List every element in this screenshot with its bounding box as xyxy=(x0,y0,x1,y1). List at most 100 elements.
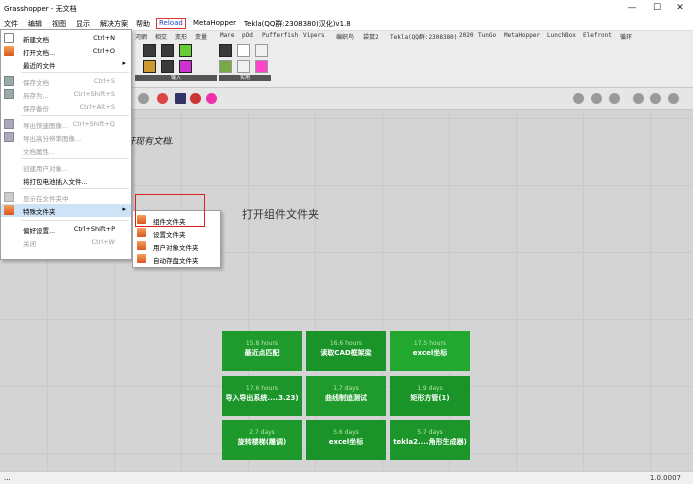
tab-plugin-6[interactable]: pOd xyxy=(242,32,253,39)
reload-button[interactable]: Reload xyxy=(156,18,186,29)
menu-item-export-quick-image[interactable]: 导出快速图像... Ctrl+Shift+Q xyxy=(1,118,131,130)
display-icon[interactable] xyxy=(633,93,644,104)
ribbon-component-icon[interactable] xyxy=(255,60,268,73)
tab-plugin-9[interactable]: 编织鸟 xyxy=(336,32,354,41)
menu-item-special-folders[interactable]: 特殊文件夹 ▸ xyxy=(1,204,131,217)
tab-plugin-13[interactable]: TunGo xyxy=(478,32,496,39)
menu-item-preferences[interactable]: 偏好设置... Ctrl+Shift+P xyxy=(1,223,131,235)
menu-item-shortcut: Ctrl+Shift+P xyxy=(73,225,115,233)
delete-icon[interactable] xyxy=(190,93,201,104)
tab-plugin-5[interactable]: Mare xyxy=(220,32,234,39)
tab-plugin-3[interactable]: 变形 xyxy=(175,32,187,41)
submenu-item-autosave-folder[interactable]: 自动存盘文件夹 xyxy=(133,253,220,265)
display-icon[interactable] xyxy=(668,93,679,104)
menu-item-create-user-object[interactable]: 创建用户对象... xyxy=(1,161,131,173)
menu-item-open-document[interactable]: 打开文档... Ctrl+O xyxy=(1,45,131,57)
menu-metahopper[interactable]: MetaHopper xyxy=(193,19,236,27)
recent-file-tile[interactable]: 5.6 days excel坐标 xyxy=(306,420,386,460)
ribbon-component-icon[interactable] xyxy=(255,44,268,57)
submenu-item-label: 用户对象文件夹 xyxy=(153,244,199,252)
menu-item-label: 最近的文件 xyxy=(23,62,56,70)
recent-file-tile[interactable]: 2.7 days 旋转楼梯(雕调) xyxy=(222,420,302,460)
recent-file-name: 矩形方管(1) xyxy=(410,394,450,402)
ribbon-component-icon[interactable] xyxy=(219,44,232,57)
paint-icon[interactable] xyxy=(157,93,168,104)
menu-item-save-backup[interactable]: 保存备份 Ctrl+Alt+S xyxy=(1,101,131,113)
tab-plugin-14[interactable]: MetaHopper xyxy=(504,32,540,39)
menu-item-new-document[interactable]: 新建文档 Ctrl+N xyxy=(1,32,131,44)
recent-file-time: 1.9 days xyxy=(417,385,443,392)
menu-item-label: 打开文档... xyxy=(23,49,56,57)
menu-solution[interactable]: 解决方案 xyxy=(100,19,128,29)
ribbon-component-icon[interactable] xyxy=(219,60,232,73)
recent-file-tile[interactable]: 17.5 hours excel坐标 xyxy=(390,331,470,371)
recent-file-name: 旋转楼梯(雕调) xyxy=(237,438,287,446)
ribbon-component-icon[interactable] xyxy=(143,44,156,57)
tab-plugin-10[interactable]: 袋鼠2 xyxy=(363,32,379,41)
title-bar: Grasshopper - 无文档 — ☐ ✕ xyxy=(0,0,693,17)
window-title: Grasshopper - 无文档 xyxy=(4,5,77,13)
menu-item-recent-files[interactable]: 最近的文件 ▸ xyxy=(1,58,131,70)
menu-display[interactable]: 显示 xyxy=(76,19,90,29)
ribbon-component-icon[interactable] xyxy=(237,44,250,57)
recent-file-name: excel坐标 xyxy=(328,438,364,446)
recent-file-tile[interactable]: 1.9 days 矩形方管(1) xyxy=(390,376,470,416)
tab-plugin-17[interactable]: 循环 xyxy=(620,32,632,41)
tab-plugin-2[interactable]: 相交 xyxy=(155,32,167,41)
menu-item-insert-packaged-cluster[interactable]: 将打包电池插入文件... xyxy=(1,174,131,186)
menu-item-save[interactable]: 保存文档 Ctrl+S xyxy=(1,75,131,87)
menu-item-export-hires-image[interactable]: 导出高分辨率图像... xyxy=(1,131,131,143)
recent-file-tile[interactable]: 1.7 days 曲线制追测试 xyxy=(306,376,386,416)
menu-item-document-properties[interactable]: 文档属性... xyxy=(1,144,131,156)
status-bar: ... 1.0.0007 xyxy=(0,471,693,484)
ribbon-component-icon[interactable] xyxy=(237,60,250,73)
preview-shaded-icon[interactable] xyxy=(591,93,602,104)
menu-separator xyxy=(21,115,129,116)
preview-selected-icon[interactable] xyxy=(609,93,620,104)
recent-file-name: excel坐标 xyxy=(412,349,448,357)
recent-file-tile[interactable]: 17.6 hours 导入导出系统....3.23) xyxy=(222,376,302,416)
preview-icon[interactable] xyxy=(573,93,584,104)
menu-item-label: 偏好设置... xyxy=(23,227,56,235)
tab-plugin-15[interactable]: LunchBox xyxy=(547,32,576,39)
sketch-icon[interactable] xyxy=(175,93,186,104)
menu-item-label: 新建文档 xyxy=(23,36,49,44)
submenu-arrow-icon: ▸ xyxy=(122,59,126,67)
ribbon-component-icon[interactable] xyxy=(161,60,174,73)
menu-help[interactable]: 帮助 xyxy=(136,19,150,29)
menu-item-save-as[interactable]: 另存为... Ctrl+Shift+S xyxy=(1,88,131,100)
submenu-item-user-object-folder[interactable]: 用户对象文件夹 xyxy=(133,240,220,252)
tab-plugin-4[interactable]: 变量 xyxy=(195,32,207,41)
tab-plugin-1[interactable]: 河網 xyxy=(135,32,147,41)
menu-view[interactable]: 视图 xyxy=(52,19,66,29)
close-button[interactable]: ✕ xyxy=(665,0,693,17)
menu-separator xyxy=(21,220,129,221)
ribbon-component-icon[interactable] xyxy=(143,60,156,73)
recent-file-tile[interactable]: 16.6 hours 读取CAD框架梁 xyxy=(306,331,386,371)
tab-plugin-12[interactable]: 2020 xyxy=(459,32,473,39)
submenu-item-settings-folder[interactable]: 设置文件夹 xyxy=(133,227,220,239)
menu-edit[interactable]: 编辑 xyxy=(28,19,42,29)
ribbon-component-icon[interactable] xyxy=(179,60,192,73)
eye-icon[interactable] xyxy=(138,93,149,104)
menu-item-close[interactable]: 关闭 Ctrl+W xyxy=(1,236,131,248)
recent-file-time: 17.5 hours xyxy=(413,340,447,347)
save-icon xyxy=(4,76,14,86)
tab-plugin-11[interactable]: Tekla(QQ群:2308380) xyxy=(390,32,457,41)
tab-plugin-8[interactable]: Vipers xyxy=(303,32,325,39)
curve-icon[interactable] xyxy=(206,93,217,104)
version-label: 1.0.0007 xyxy=(649,474,681,482)
tab-plugin-7[interactable]: Pufferfish xyxy=(262,32,298,39)
menu-file[interactable]: 文件 xyxy=(4,19,18,29)
folder-tooltip: 打开组件文件夹 xyxy=(242,208,319,221)
status-text: ... xyxy=(4,474,11,482)
tab-plugin-16[interactable]: Elefront xyxy=(583,32,612,39)
menu-item-label: 导出高分辨率图像... xyxy=(23,135,82,143)
menu-tekla[interactable]: Tekla(QQ群:2308380)汉化)v1.8 xyxy=(244,19,351,29)
menu-item-show-in-folder[interactable]: 显示在文件夹中 xyxy=(1,191,131,203)
display-icon[interactable] xyxy=(650,93,661,104)
recent-file-tile[interactable]: 15.8 hours 最近点匹配 xyxy=(222,331,302,371)
recent-file-tile[interactable]: 5.7 days tekla2....角形生成器) xyxy=(390,420,470,460)
ribbon-component-icon[interactable] xyxy=(161,44,174,57)
ribbon-component-icon[interactable] xyxy=(179,44,192,57)
